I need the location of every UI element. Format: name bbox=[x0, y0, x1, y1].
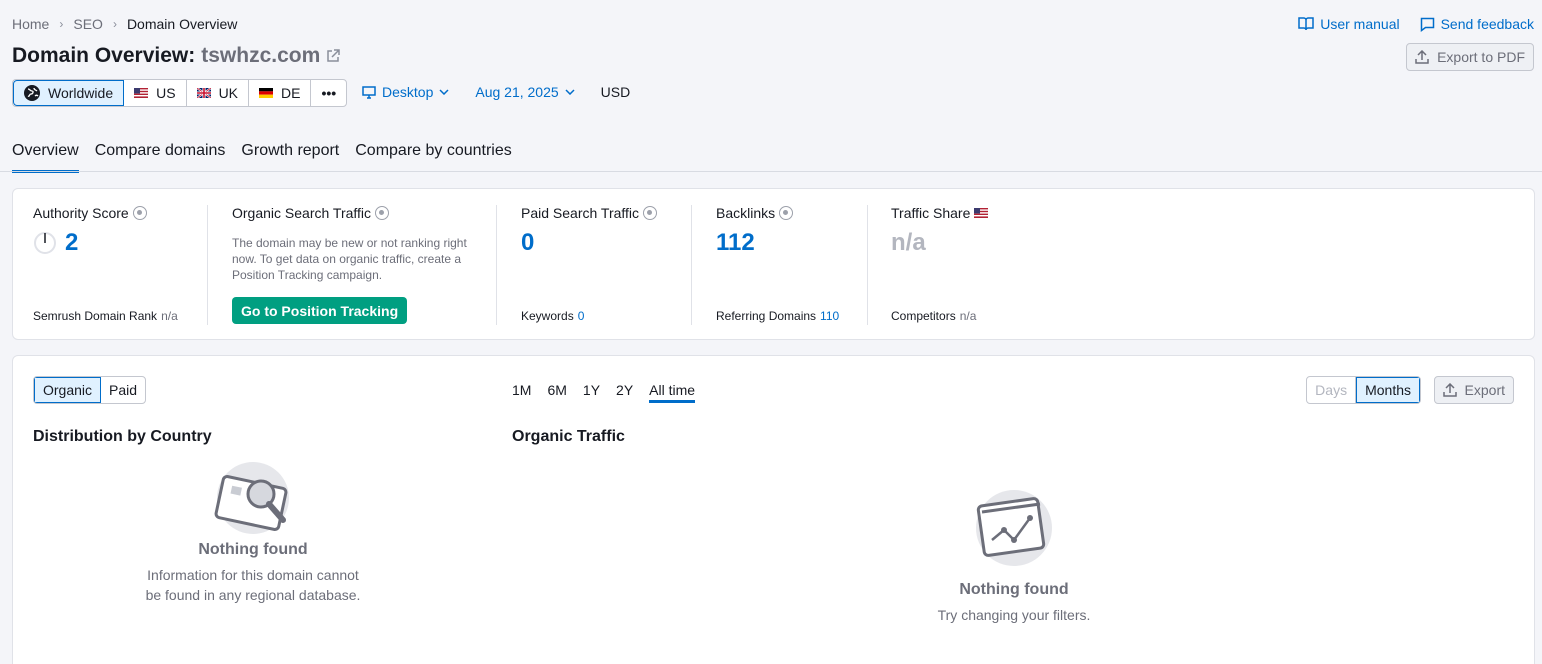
authority-score-value[interactable]: 2 bbox=[65, 229, 78, 257]
authority-gauge-icon bbox=[34, 232, 56, 254]
paid-toggle[interactable]: Paid bbox=[101, 377, 145, 403]
divider bbox=[496, 205, 497, 325]
info-icon[interactable] bbox=[779, 206, 794, 220]
traffic-card: Organic Paid 1M 6M 1Y 2Y All time Days M… bbox=[12, 355, 1535, 664]
info-icon[interactable] bbox=[375, 206, 390, 220]
device-select[interactable]: Desktop bbox=[362, 84, 449, 100]
chevron-down-icon bbox=[439, 89, 449, 95]
distribution-empty-state: Nothing found Information for this domai… bbox=[133, 460, 373, 605]
traffic-share-metric: Traffic Share n/a bbox=[891, 205, 989, 257]
globe-icon bbox=[24, 85, 40, 101]
paid-traffic-value[interactable]: 0 bbox=[521, 229, 657, 257]
database-switcher: Worldwide US UK DE ••• bbox=[12, 79, 348, 107]
tab-growth-report[interactable]: Growth report bbox=[241, 142, 339, 173]
upload-icon bbox=[1415, 50, 1429, 64]
organic-traffic-title: Organic Traffic bbox=[512, 428, 625, 445]
chart-illustration-icon bbox=[976, 490, 1052, 566]
info-icon[interactable] bbox=[132, 206, 147, 220]
tab-compare-domains[interactable]: Compare domains bbox=[95, 142, 226, 173]
breadcrumb: Home › SEO › Domain Overview bbox=[12, 16, 237, 32]
db-us[interactable]: US bbox=[124, 80, 187, 106]
divider bbox=[691, 205, 692, 325]
divider bbox=[867, 205, 868, 325]
export-pdf-button[interactable]: Export to PDF bbox=[1406, 43, 1534, 71]
main-tabs: Overview Compare domains Growth report C… bbox=[12, 142, 512, 173]
us-flag-icon bbox=[974, 208, 989, 218]
competitors: Competitors n/a bbox=[891, 309, 977, 323]
export-button[interactable]: Export bbox=[1433, 376, 1514, 404]
traffic-type-toggle: Organic Paid bbox=[33, 376, 147, 404]
domain-rank: Semrush Domain Rank n/a bbox=[33, 309, 178, 323]
organic-note: The domain may be new or not ranking rig… bbox=[232, 236, 467, 282]
period-1y[interactable]: 1Y bbox=[583, 382, 600, 403]
period-2y[interactable]: 2Y bbox=[616, 382, 633, 403]
days-toggle[interactable]: Days bbox=[1307, 377, 1357, 403]
metrics-card: Authority Score 2 Semrush Domain Rank n/a… bbox=[12, 188, 1535, 340]
us-flag-icon bbox=[134, 88, 149, 98]
organic-traffic-empty-state: Nothing found Try changing your filters. bbox=[893, 488, 1135, 625]
currency-label: USD bbox=[600, 84, 631, 100]
desktop-icon bbox=[362, 85, 376, 99]
period-6m[interactable]: 6M bbox=[547, 382, 566, 403]
top-links: User manual Send feedback bbox=[1298, 16, 1534, 32]
backlinks-value[interactable]: 112 bbox=[716, 229, 793, 257]
external-link-icon[interactable] bbox=[326, 49, 341, 63]
chevron-right-icon: › bbox=[59, 17, 64, 31]
domain-name[interactable]: tswhzc.com bbox=[201, 44, 320, 68]
db-de[interactable]: DE bbox=[249, 80, 312, 106]
breadcrumb-current: Domain Overview bbox=[126, 16, 238, 32]
go-to-position-tracking-button[interactable]: Go to Position Tracking bbox=[232, 297, 408, 324]
feedback-icon bbox=[1420, 17, 1434, 32]
referring-domains: Referring Domains 110 bbox=[716, 309, 840, 323]
period-selector: 1M 6M 1Y 2Y All time bbox=[512, 382, 696, 403]
months-toggle[interactable]: Months bbox=[1356, 377, 1420, 403]
more-icon: ••• bbox=[321, 85, 337, 101]
period-1m[interactable]: 1M bbox=[512, 382, 531, 403]
organic-toggle[interactable]: Organic bbox=[34, 377, 102, 403]
paid-keywords: Keywords 0 bbox=[521, 309, 585, 323]
breadcrumb-seo[interactable]: SEO bbox=[73, 16, 103, 32]
more-databases-button[interactable]: ••• bbox=[311, 80, 346, 106]
backlinks-metric: Backlinks 112 bbox=[716, 205, 794, 257]
send-feedback-link[interactable]: Send feedback bbox=[1420, 16, 1534, 32]
db-worldwide[interactable]: Worldwide bbox=[13, 80, 125, 106]
distribution-title: Distribution by Country bbox=[33, 428, 212, 445]
book-icon bbox=[1298, 17, 1314, 31]
authority-score-metric: Authority Score 2 bbox=[33, 205, 147, 257]
upload-icon bbox=[1442, 383, 1457, 397]
filters: Desktop Aug 21, 2025 USD bbox=[362, 84, 630, 100]
magnifier-illustration-icon bbox=[214, 462, 289, 534]
page-title: Domain Overview: tswhzc.com bbox=[12, 44, 341, 68]
chevron-down-icon bbox=[565, 89, 575, 95]
divider bbox=[207, 205, 208, 325]
chevron-right-icon: › bbox=[112, 17, 117, 31]
tab-overview[interactable]: Overview bbox=[12, 142, 79, 173]
traffic-share-value: n/a bbox=[891, 229, 926, 256]
date-select[interactable]: Aug 21, 2025 bbox=[475, 84, 575, 100]
granularity-toggle: Days Months bbox=[1306, 376, 1421, 404]
paid-traffic-metric: Paid Search Traffic 0 bbox=[521, 205, 658, 257]
tab-compare-by-countries[interactable]: Compare by countries bbox=[355, 142, 512, 173]
de-flag-icon bbox=[259, 88, 274, 98]
period-all-time[interactable]: All time bbox=[649, 382, 696, 403]
info-icon[interactable] bbox=[643, 206, 658, 220]
organic-traffic-metric: Organic Search Traffic The domain may be… bbox=[232, 205, 467, 282]
breadcrumb-home[interactable]: Home bbox=[12, 16, 49, 32]
tab-divider bbox=[0, 171, 1542, 172]
user-manual-link[interactable]: User manual bbox=[1298, 16, 1400, 32]
uk-flag-icon bbox=[196, 88, 211, 98]
db-uk[interactable]: UK bbox=[187, 80, 250, 106]
